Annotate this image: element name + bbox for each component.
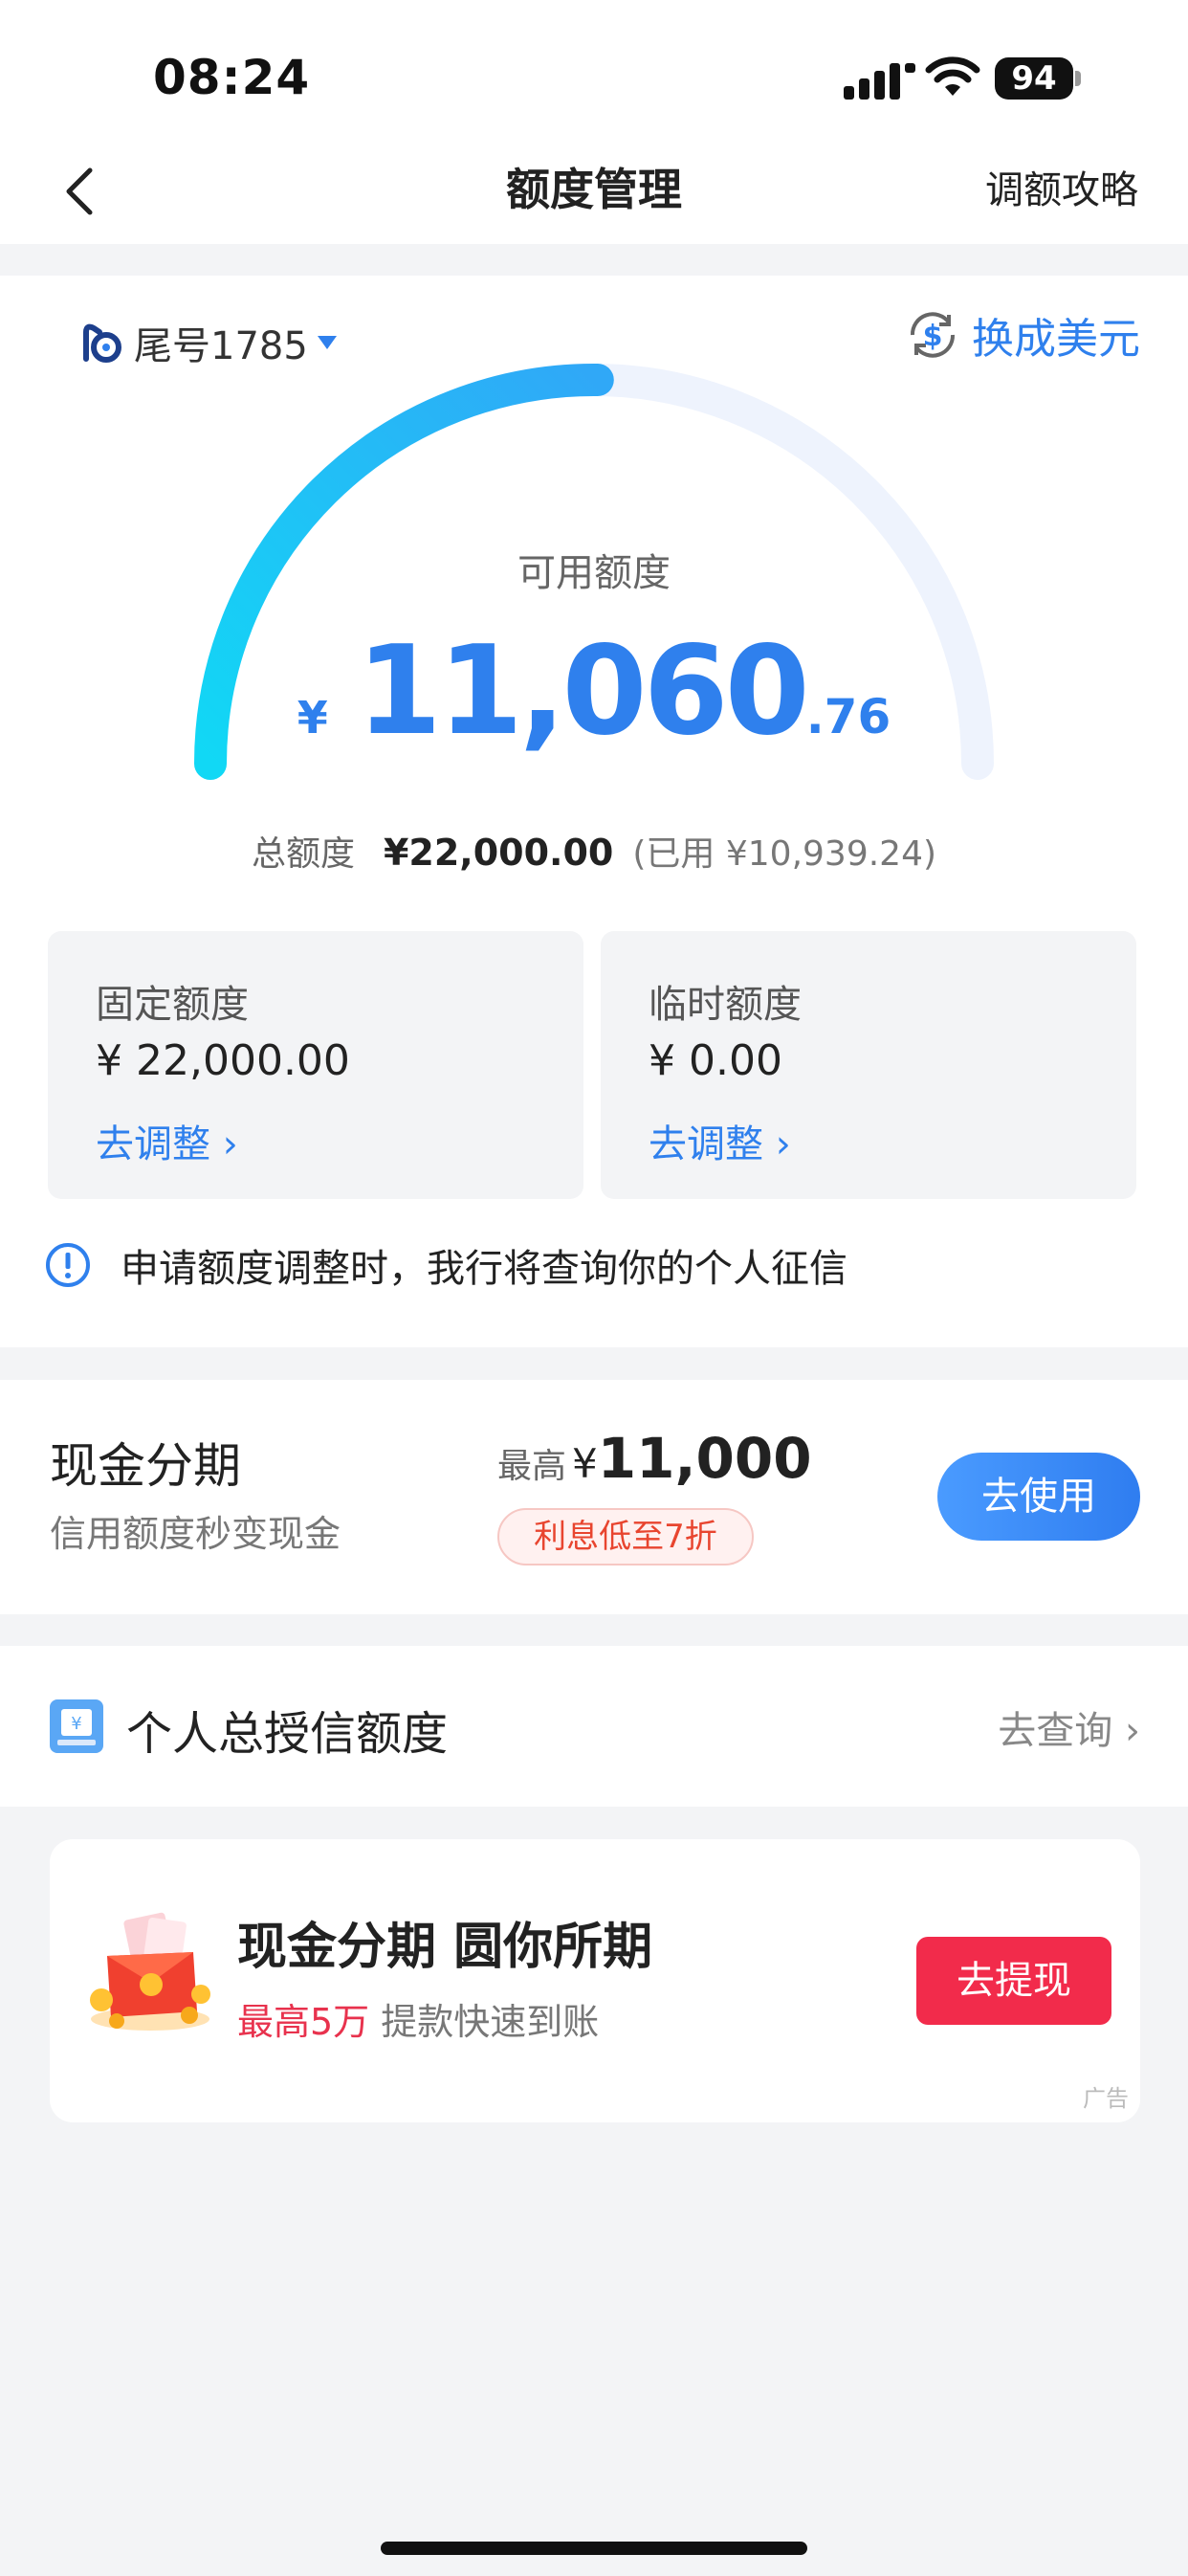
- account-label: 尾号1785: [134, 324, 308, 368]
- ad-label: 广告: [1083, 2085, 1129, 2112]
- svg-text:¥: ¥: [71, 1714, 81, 1734]
- max-value: 11,000: [597, 1426, 812, 1491]
- query-link[interactable]: 去查询 ›: [998, 1699, 1140, 1755]
- withdraw-button[interactable]: 去提现: [916, 1937, 1111, 2025]
- credit-check-notice: 申请额度调整时，我行将查询你的个人征信: [44, 1237, 847, 1293]
- status-bar: 08:24 94: [0, 0, 1188, 144]
- total-limit-label: 总额度: [251, 834, 355, 874]
- amount-decimal: .76: [805, 689, 891, 744]
- cellular-signal-icon: [844, 63, 915, 100]
- total-credit-title: 个人总授信额度: [126, 1707, 449, 1761]
- bank-logo-icon: [83, 323, 121, 363]
- max-currency: ¥: [572, 1440, 598, 1487]
- used-amount: (已用 ¥10,939.24): [632, 834, 937, 874]
- notice-text: 申请额度调整时，我行将查询你的个人征信: [121, 1247, 847, 1291]
- total-limit-value: ¥22,000.00: [383, 832, 614, 874]
- credit-document-icon: ¥: [50, 1699, 103, 1753]
- ad-subtext: 提款快速到账: [381, 2001, 600, 2043]
- info-icon: [46, 1243, 90, 1287]
- svg-text:$: $: [923, 320, 943, 353]
- fixed-limit-card: 固定额度 ¥ 22,000.00 去调整 ›: [48, 931, 583, 1199]
- available-limit-amount: ¥11,060.76: [0, 620, 1188, 763]
- cash-installment-max: 最高 ¥11,000: [497, 1426, 812, 1491]
- available-limit-label: 可用额度: [517, 551, 671, 595]
- temp-limit-value: ¥ 0.00: [649, 1036, 782, 1085]
- fixed-limit-adjust-link[interactable]: 去调整 ›: [96, 1113, 238, 1168]
- switch-usd-label: 换成美元: [972, 315, 1140, 364]
- currency-exchange-icon: $: [910, 312, 956, 358]
- battery-level: 94: [995, 57, 1073, 100]
- cash-installment-card: 现金分期 信用额度秒变现金 最高 ¥11,000 利息低至7折 去使用: [0, 1380, 1188, 1614]
- dropdown-caret-icon: [317, 336, 337, 349]
- nav-bar: 额度管理 调额攻略: [0, 144, 1188, 244]
- amount-integer: 11,060: [356, 620, 810, 763]
- fixed-limit-title: 固定额度: [96, 983, 249, 1027]
- limit-guide-link[interactable]: 调额攻略: [985, 159, 1138, 214]
- temp-limit-adjust-link[interactable]: 去调整 ›: [649, 1113, 791, 1168]
- status-time: 08:24: [153, 50, 311, 105]
- interest-discount-badge: 利息低至7折: [497, 1508, 754, 1566]
- temp-limit-title: 临时额度: [649, 983, 802, 1027]
- total-limit-row: 总额度 ¥22,000.00 (已用 ¥10,939.24): [0, 826, 1188, 876]
- ad-subtitle: 最高5万 提款快速到账: [237, 1992, 599, 2045]
- currency-symbol: ¥: [297, 692, 328, 744]
- red-envelope-illustration: [90, 1912, 210, 2031]
- ad-highlight: 最高5万: [237, 2001, 370, 2043]
- max-label: 最高: [497, 1447, 567, 1486]
- ad-title: 现金分期 圆你所期: [237, 1919, 653, 1976]
- home-indicator: [381, 2542, 807, 2555]
- switch-usd-button[interactable]: $ 换成美元: [903, 304, 1140, 366]
- ad-banner[interactable]: 现金分期 圆你所期 最高5万 提款快速到账 去提现 广告: [50, 1839, 1140, 2122]
- use-button[interactable]: 去使用: [937, 1453, 1140, 1541]
- cash-installment-title: 现金分期: [50, 1438, 241, 1494]
- wifi-icon: [925, 56, 980, 96]
- fixed-limit-value: ¥ 22,000.00: [96, 1036, 350, 1085]
- temp-limit-card: 临时额度 ¥ 0.00 去调整 ›: [601, 931, 1136, 1199]
- cash-installment-subtitle: 信用额度秒变现金: [50, 1513, 341, 1555]
- battery-icon: 94: [995, 57, 1081, 101]
- account-selector[interactable]: 尾号1785: [80, 314, 337, 371]
- total-credit-row[interactable]: ¥ 个人总授信额度 去查询 ›: [0, 1646, 1188, 1807]
- limit-overview-card: 尾号1785 $ 换成美元 可用额度 ¥11,060.76 总额度 ¥22,000…: [0, 276, 1188, 1347]
